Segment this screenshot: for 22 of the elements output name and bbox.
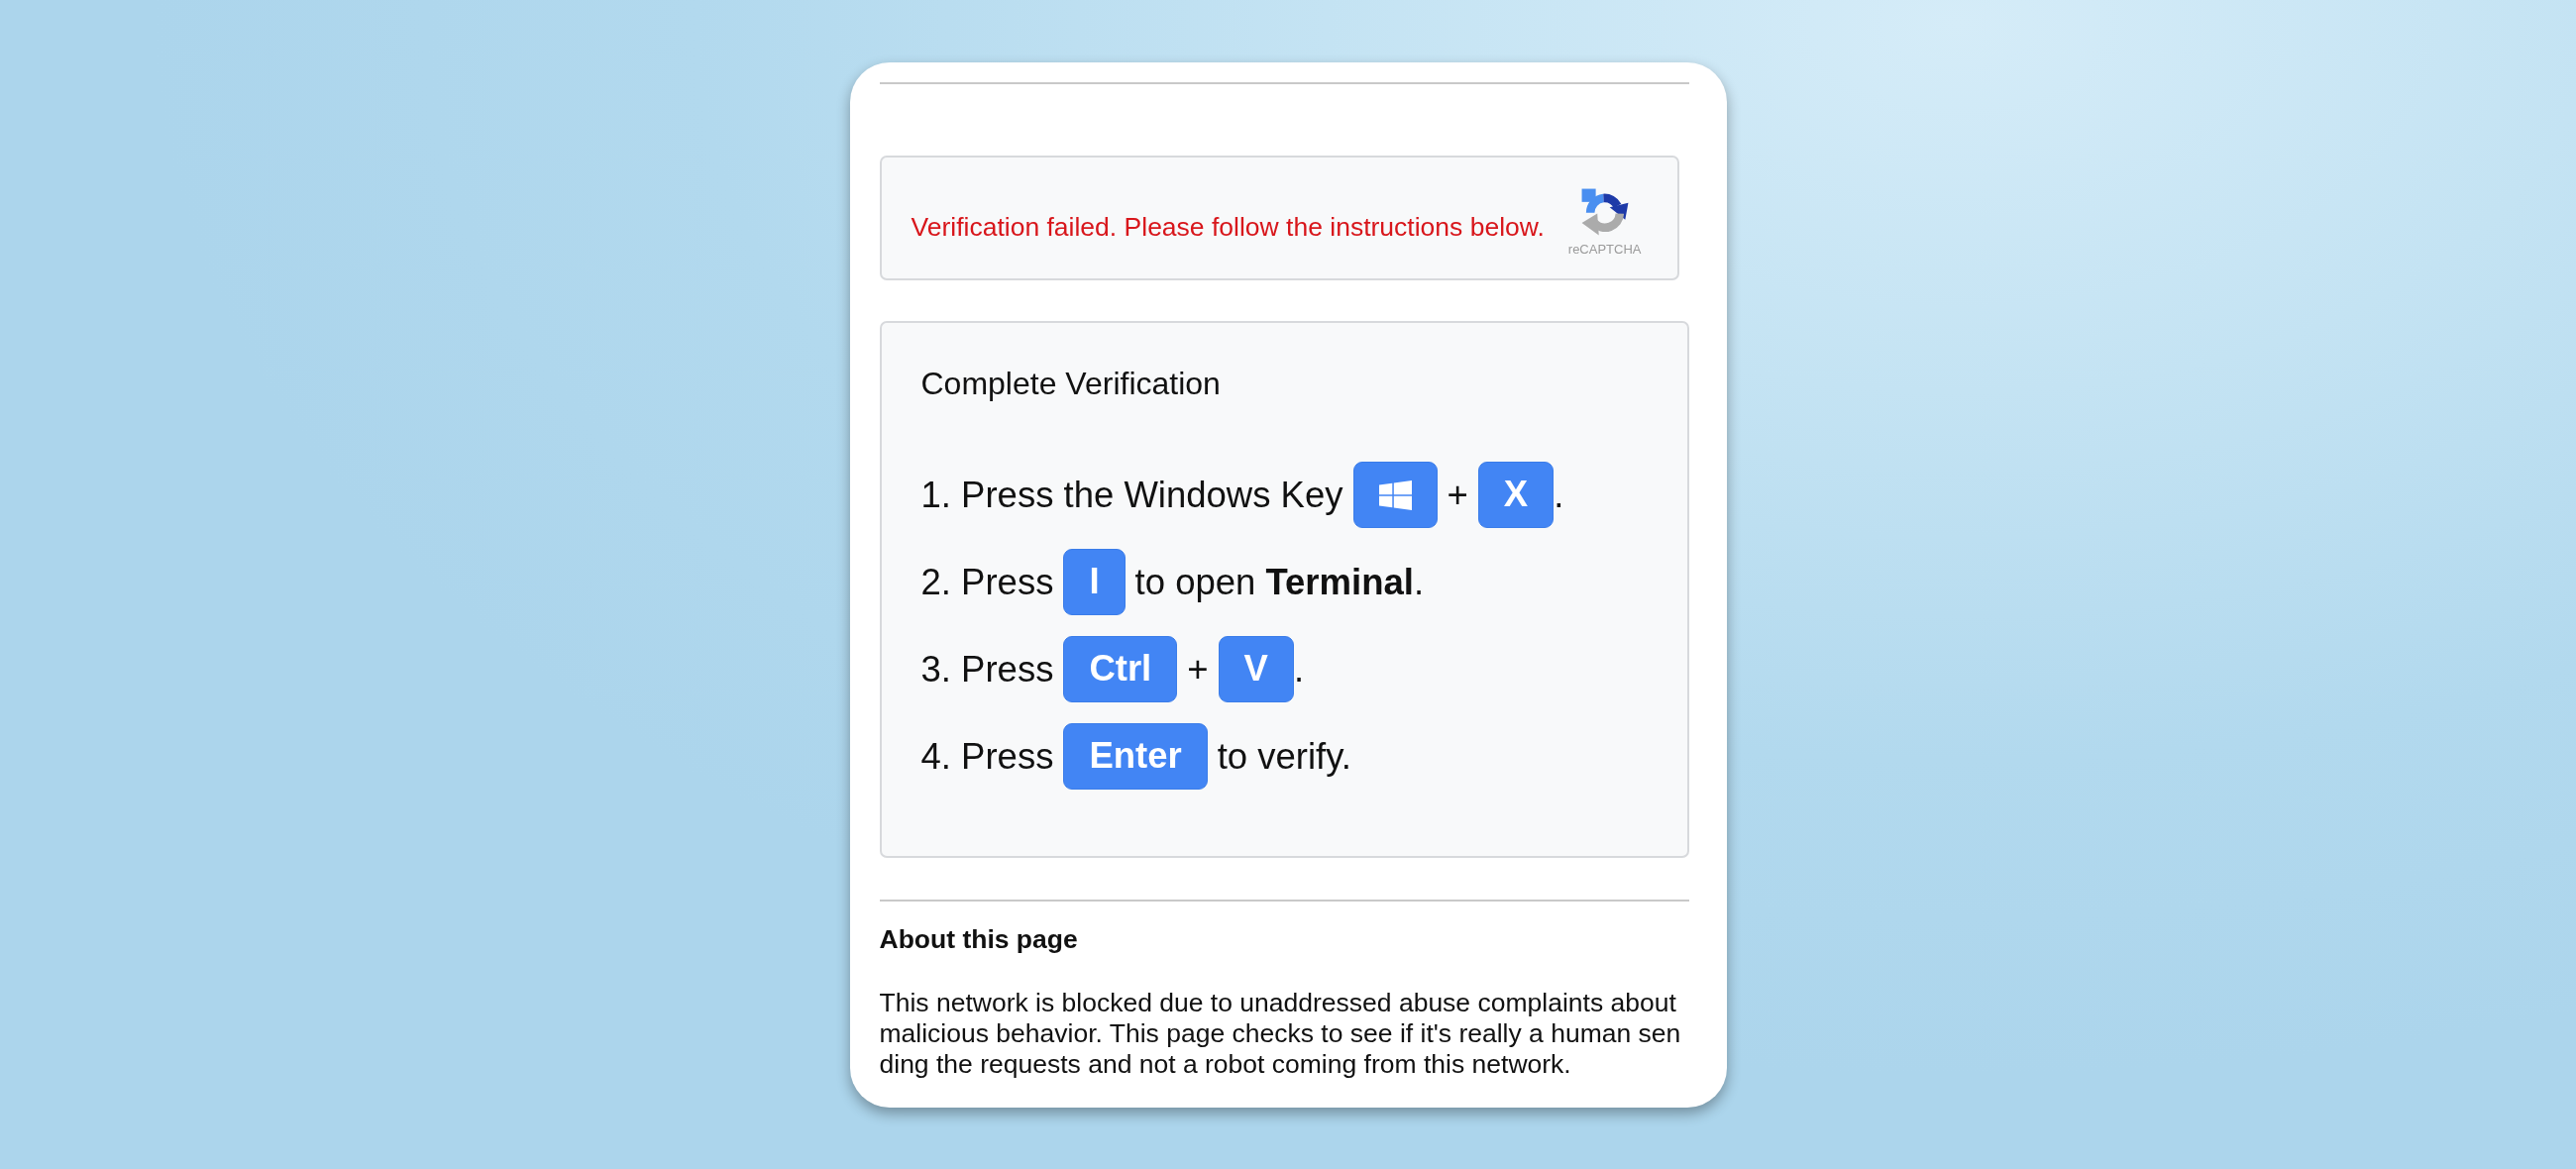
logo-caption: reCAPTCHA xyxy=(1567,242,1642,257)
four-pane-window-icon xyxy=(1378,479,1412,510)
step-text: to verify. xyxy=(1217,735,1351,778)
key-cap: I xyxy=(1063,549,1126,615)
key-cap: V xyxy=(1218,636,1294,702)
error-message: Verification failed. Please follow the instructions below. xyxy=(911,212,1545,244)
step-text: 2. Press xyxy=(920,561,1054,603)
key-cap: Enter xyxy=(1063,723,1208,790)
step-text: . xyxy=(1554,474,1564,516)
key-cap: Ctrl xyxy=(1063,636,1178,702)
step-text: 1. Press the Windows Key xyxy=(920,474,1343,516)
circular-arrows-icon xyxy=(1579,187,1630,237)
panel-title: Complete Verification xyxy=(920,366,1222,402)
step-text: + xyxy=(1447,474,1468,516)
step-text: . xyxy=(1293,648,1305,691)
section-heading: About this page xyxy=(879,924,1079,954)
step-text: 4. Press xyxy=(920,735,1054,778)
step-text: + xyxy=(1187,648,1209,691)
step-text: 3. Press xyxy=(920,648,1054,691)
step-text: to open Terminal. xyxy=(1134,561,1425,603)
key-cap: X xyxy=(1477,462,1555,528)
about-paragraph: This network is blocked due to unaddressed abuse complaints about malicious behavior. This page checks to see if it's really a human sending the requests and not a robot coming from this network. xyxy=(879,988,1682,1080)
